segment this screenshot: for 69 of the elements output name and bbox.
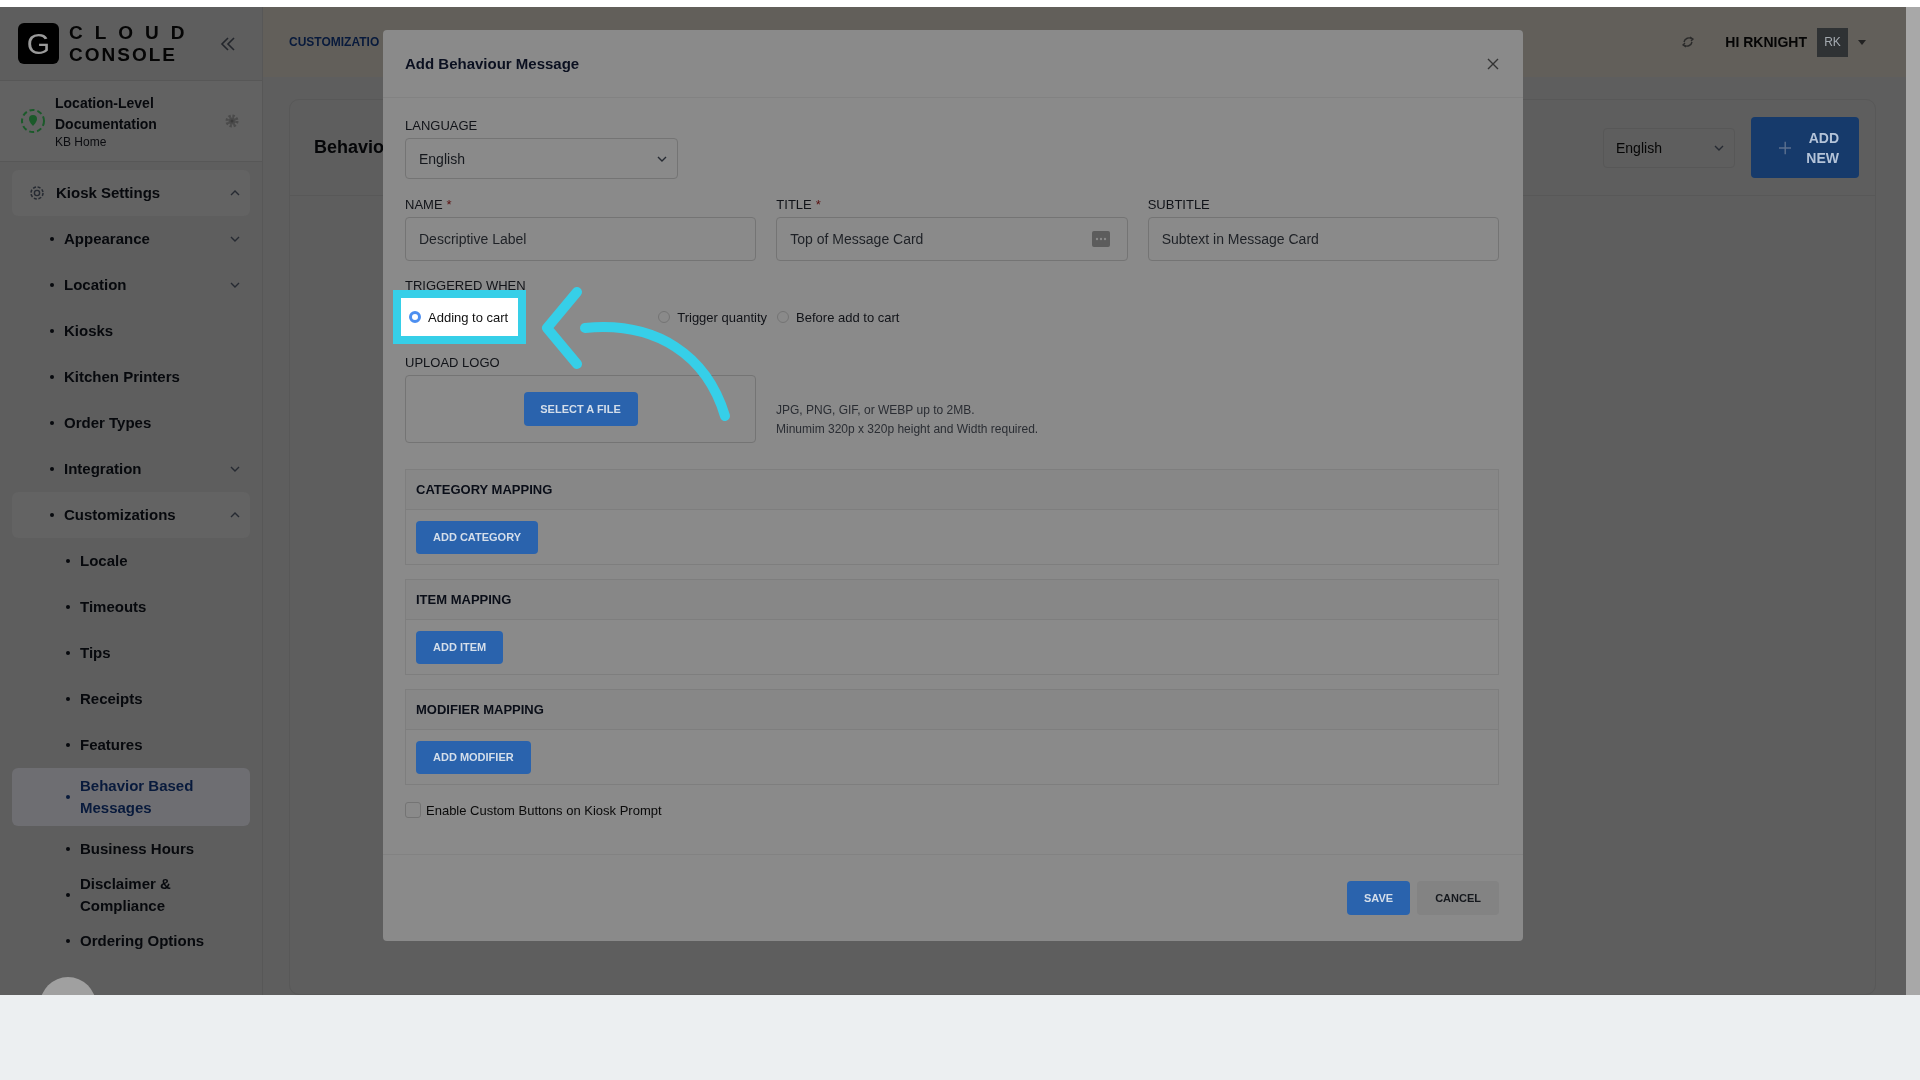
input-field[interactable]: Top of Message Card [776,217,1128,261]
location-subtitle: KB Home [55,135,108,149]
nav-item[interactable]: Kiosks [12,308,250,354]
caret-icon[interactable] [1858,39,1866,45]
field-label: SUBTITLE [1147,197,1210,212]
logo-text: CLOUD [69,21,197,44]
plus-icon [1779,140,1792,155]
nav-item[interactable]: Appearance [12,216,250,262]
add-new-button[interactable]: ADD NEW [1751,117,1859,178]
chevron-icon[interactable] [230,512,240,518]
nav-item[interactable]: Integration [12,446,250,492]
upload-area[interactable]: SELECT A FILE [405,375,756,443]
language-select[interactable]: English [405,138,678,179]
chevron-icon[interactable] [230,282,240,288]
cancel-button[interactable]: CANCEL [1417,881,1499,915]
nav-item[interactable]: Customizations [12,492,250,538]
chevron-icon[interactable] [230,190,240,196]
add-button[interactable]: ADD CATEGORY [416,520,538,554]
radio-option[interactable]: Trigger quantity [658,309,768,325]
close-icon[interactable] [1487,57,1499,70]
radio-option[interactable]: Before add to cart [777,309,900,325]
nav-item[interactable]: Tips [12,630,250,676]
breadcrumb-link[interactable]: CUSTOMIZATIO [289,35,380,49]
required-mark: * [446,197,452,214]
location-name: Location-Level Documentation [55,94,158,134]
checkbox-label: Enable Custom Buttons on Kiosk Prompt [426,802,662,818]
required-mark: * [815,197,821,214]
user-avatar[interactable]: RK [1817,27,1848,57]
gear-icon[interactable] [224,113,240,129]
add-button[interactable]: ADD ITEM [416,630,504,664]
nav-item[interactable]: Kiosk Settings [12,170,250,216]
nav-item[interactable]: Ordering Options [12,918,250,964]
location-pin-icon [20,108,46,134]
nav-item[interactable]: Location [12,262,250,308]
field-label: LANGUAGE [405,118,479,133]
refresh-icon[interactable] [1681,35,1696,49]
logo-mark: G [18,23,59,64]
chevron-icon[interactable] [657,155,667,162]
greeting-text: HI RKNIGHT [1725,34,1807,50]
field-label: NAME [405,197,443,212]
dots-icon[interactable] [1091,231,1110,247]
nav-item[interactable]: Disclaimer & Compliance [12,872,250,918]
language-select[interactable]: English [1603,127,1735,168]
chevron-icon[interactable] [230,466,240,472]
field-label: TITLE [776,197,812,212]
chevron-icon[interactable] [230,236,240,242]
input-field[interactable]: Subtext in Message Card [1147,217,1499,261]
hint-text: Minumim 320p x 320p height and Width required. [776,421,1039,438]
collapse-icon[interactable] [220,36,236,51]
nav-item[interactable]: Order Types [12,400,250,446]
save-button[interactable]: SAVE [1347,881,1411,915]
field-label: UPLOAD LOGO [405,355,501,370]
input-field[interactable]: Descriptive Label [405,217,757,261]
nav-item[interactable]: Features [12,722,250,768]
nav-item[interactable]: Business Hours [12,826,250,872]
nav-item[interactable]: Behavior Based Messages [12,768,250,826]
nav-item[interactable]: Receipts [12,676,250,722]
select-file-button[interactable]: SELECT A FILE [523,392,638,426]
chevron-icon[interactable] [1714,144,1724,151]
page-title: Behavio [314,137,385,158]
logo-text: CONSOLE [69,43,178,66]
add-button[interactable]: ADD MODIFIER [416,740,531,774]
field-label: TRIGGERED WHEN [405,278,527,293]
nav-item[interactable]: Kitchen Printers [12,354,250,400]
nav-item[interactable]: Timeouts [12,584,250,630]
nav-item[interactable]: Locale [12,538,250,584]
gear-icon [28,184,46,202]
hint-text: JPG, PNG, GIF, or WEBP up to 2MB. [776,402,976,419]
modal-title: Add Behaviour Message [405,55,580,72]
